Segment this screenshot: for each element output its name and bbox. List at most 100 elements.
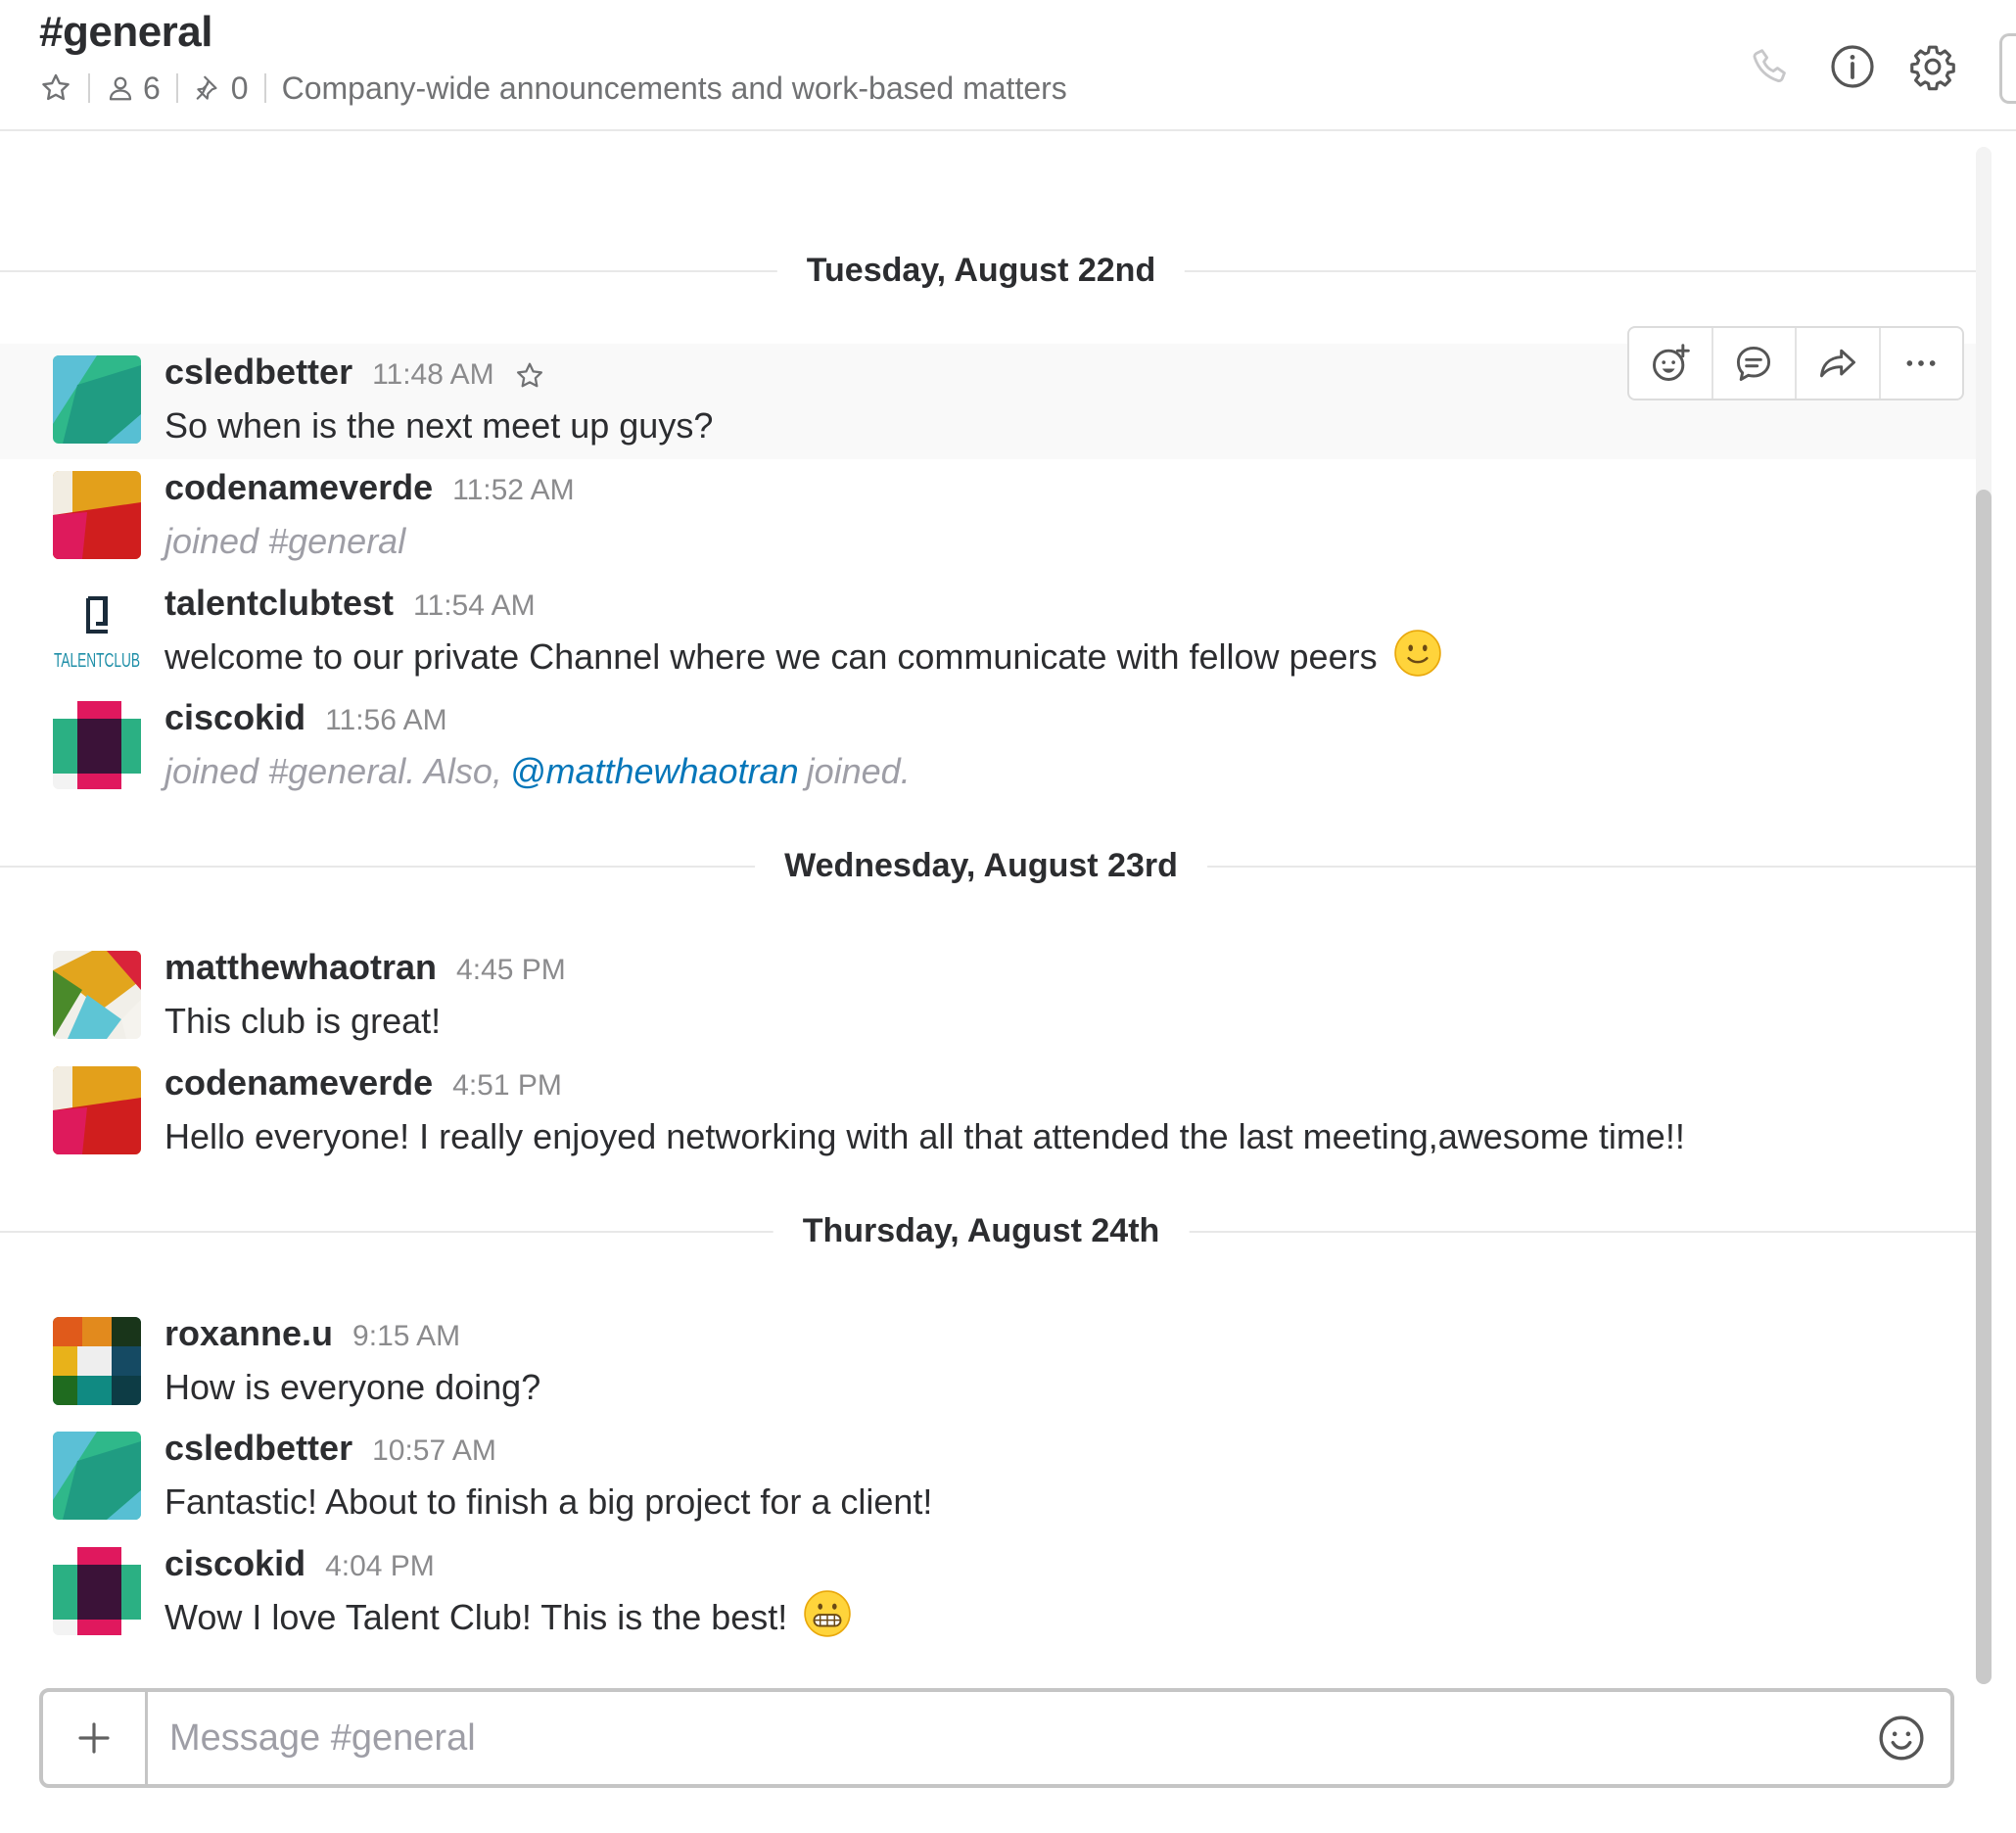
message-text: Wow I love Talent Club! This is the best… bbox=[164, 1597, 788, 1637]
message-timestamp[interactable]: 9:15 AM bbox=[352, 1320, 460, 1353]
message-sender[interactable]: csledbetter bbox=[164, 352, 352, 393]
avatar[interactable] bbox=[53, 951, 141, 1039]
message-text: So when is the next meet up guys? bbox=[164, 405, 714, 446]
message-sender[interactable]: codenameverde bbox=[164, 1062, 433, 1104]
avatar-ciscokid bbox=[53, 1547, 141, 1635]
message-timestamp[interactable]: 10:57 AM bbox=[372, 1434, 496, 1468]
message-actions-toolbar bbox=[1627, 326, 1964, 400]
avatar-matthewhaotran bbox=[53, 951, 141, 1039]
flexpane-edge[interactable] bbox=[1999, 33, 2016, 104]
avatar[interactable] bbox=[53, 1432, 141, 1520]
avatar-codenameverde bbox=[53, 1066, 141, 1154]
day-divider: Thursday, August 24th bbox=[0, 1211, 1976, 1250]
message-item[interactable]: ciscokid 4:04 PM Wow I love Talent Club!… bbox=[0, 1535, 1976, 1651]
channel-settings-button[interactable] bbox=[1905, 39, 1960, 94]
message-pane: Tuesday, August 22nd csledbetter 11:48 A… bbox=[0, 133, 1978, 1670]
message-item[interactable]: codenameverde 4:51 PM Hello everyone! I … bbox=[0, 1055, 1976, 1170]
message-sender[interactable]: csledbetter bbox=[164, 1428, 352, 1469]
day-divider-label: Thursday, August 24th bbox=[773, 1211, 1190, 1250]
message-input[interactable] bbox=[148, 1692, 1852, 1784]
star-message-button[interactable] bbox=[514, 360, 545, 392]
avatar[interactable]: TALENTCLUB bbox=[53, 587, 141, 675]
avatar[interactable] bbox=[53, 355, 141, 444]
message-composer bbox=[39, 1688, 1954, 1788]
comment-bubble-icon bbox=[1737, 346, 1771, 381]
avatar-ciscokid bbox=[53, 701, 141, 789]
message-text: joined #general. Also, bbox=[164, 751, 502, 791]
plus-icon bbox=[78, 1722, 110, 1754]
pin-icon bbox=[196, 75, 217, 100]
reply-in-thread-button[interactable] bbox=[1713, 328, 1797, 399]
pinned-count-button[interactable]: 0 bbox=[194, 70, 249, 107]
message-sender[interactable]: codenameverde bbox=[164, 467, 433, 508]
share-arrow-icon bbox=[1819, 349, 1855, 378]
gear-icon bbox=[1910, 45, 1955, 91]
meta-divider bbox=[88, 73, 90, 103]
attach-button[interactable] bbox=[43, 1692, 148, 1784]
message-text: joined. bbox=[806, 751, 911, 791]
message-item[interactable]: csledbetter 10:57 AM Fantastic! About to… bbox=[0, 1420, 1976, 1535]
message-timestamp[interactable]: 11:56 AM bbox=[325, 704, 447, 737]
avatar-csledbetter bbox=[53, 355, 141, 444]
message-timestamp[interactable]: 4:45 PM bbox=[456, 954, 566, 987]
avatar-roxanne bbox=[53, 1317, 141, 1405]
user-mention-link[interactable]: @matthewhaotran bbox=[510, 751, 799, 792]
day-divider-label: Wednesday, August 23rd bbox=[755, 846, 1207, 885]
message-timestamp[interactable]: 11:52 AM bbox=[452, 474, 575, 507]
avatar-csledbetter bbox=[53, 1432, 141, 1520]
star-icon bbox=[516, 362, 542, 388]
call-button[interactable] bbox=[1745, 39, 1800, 94]
avatar-talentclub-logo: TALENTCLUB bbox=[53, 587, 141, 675]
emoji-picker-button[interactable] bbox=[1852, 1692, 1950, 1784]
meta-divider bbox=[175, 73, 178, 103]
add-reaction-icon bbox=[1652, 344, 1690, 381]
message-sender[interactable]: ciscokid bbox=[164, 697, 305, 738]
info-icon bbox=[1831, 45, 1874, 88]
more-actions-button[interactable] bbox=[1881, 328, 1963, 399]
avatar[interactable] bbox=[53, 1547, 141, 1635]
star-icon bbox=[42, 73, 70, 101]
message-item[interactable]: codenameverde 11:52 AM joined #general bbox=[0, 459, 1976, 575]
message-item[interactable]: TALENTCLUB talentclubtest 11:54 AM welco… bbox=[0, 575, 1976, 690]
message-text: joined #general bbox=[164, 521, 406, 561]
message-sender[interactable]: matthewhaotran bbox=[164, 947, 437, 988]
channel-topic[interactable]: Company-wide announcements and work-base… bbox=[282, 70, 1067, 107]
day-divider-label: Tuesday, August 22nd bbox=[776, 251, 1186, 290]
message-timestamp[interactable]: 4:04 PM bbox=[325, 1550, 435, 1583]
slack-channel-view: #general 6 0 Company-wide announcements … bbox=[0, 0, 2016, 1833]
message-timestamp[interactable]: 4:51 PM bbox=[452, 1069, 562, 1103]
day-divider: Tuesday, August 22nd bbox=[0, 251, 1976, 290]
member-count: 6 bbox=[143, 70, 161, 106]
meta-divider bbox=[263, 73, 266, 103]
talentclub-logo-text: TALENTCLUB bbox=[54, 650, 140, 672]
channel-info-button[interactable] bbox=[1825, 39, 1880, 94]
grimacing-face-emoji bbox=[803, 1589, 852, 1647]
star-channel-button[interactable] bbox=[39, 71, 72, 105]
avatar[interactable] bbox=[53, 1317, 141, 1405]
day-divider: Wednesday, August 23rd bbox=[0, 846, 1976, 885]
message-sender[interactable]: roxanne.u bbox=[164, 1313, 333, 1354]
message-text: How is everyone doing? bbox=[164, 1367, 541, 1407]
avatar[interactable] bbox=[53, 471, 141, 559]
message-text: Fantastic! About to finish a big project… bbox=[164, 1481, 933, 1522]
more-actions-icon bbox=[1906, 360, 1936, 366]
message-item[interactable]: ciscokid 11:56 AM joined #general. Also,… bbox=[0, 689, 1976, 805]
person-icon bbox=[109, 76, 132, 101]
message-item[interactable]: matthewhaotran 4:45 PM This club is grea… bbox=[0, 939, 1976, 1055]
message-timestamp[interactable]: 11:48 AM bbox=[372, 358, 494, 392]
message-item[interactable]: roxanne.u 9:15 AM How is everyone doing? bbox=[0, 1305, 1976, 1421]
avatar[interactable] bbox=[53, 701, 141, 789]
smiley-icon bbox=[1879, 1716, 1924, 1761]
message-text: Hello everyone! I really enjoyed network… bbox=[164, 1116, 1685, 1156]
message-sender[interactable]: ciscokid bbox=[164, 1543, 305, 1584]
message-text: welcome to our private Channel where we … bbox=[164, 636, 1378, 677]
add-reaction-button[interactable] bbox=[1629, 328, 1713, 399]
message-text: This club is great! bbox=[164, 1001, 442, 1041]
message-timestamp[interactable]: 11:54 AM bbox=[413, 589, 536, 623]
message-scrollbar-thumb[interactable] bbox=[1976, 490, 1992, 1684]
channel-title[interactable]: #general bbox=[39, 8, 212, 57]
share-message-button[interactable] bbox=[1797, 328, 1881, 399]
avatar[interactable] bbox=[53, 1066, 141, 1154]
member-count-button[interactable]: 6 bbox=[106, 70, 161, 107]
message-sender[interactable]: talentclubtest bbox=[164, 583, 394, 624]
